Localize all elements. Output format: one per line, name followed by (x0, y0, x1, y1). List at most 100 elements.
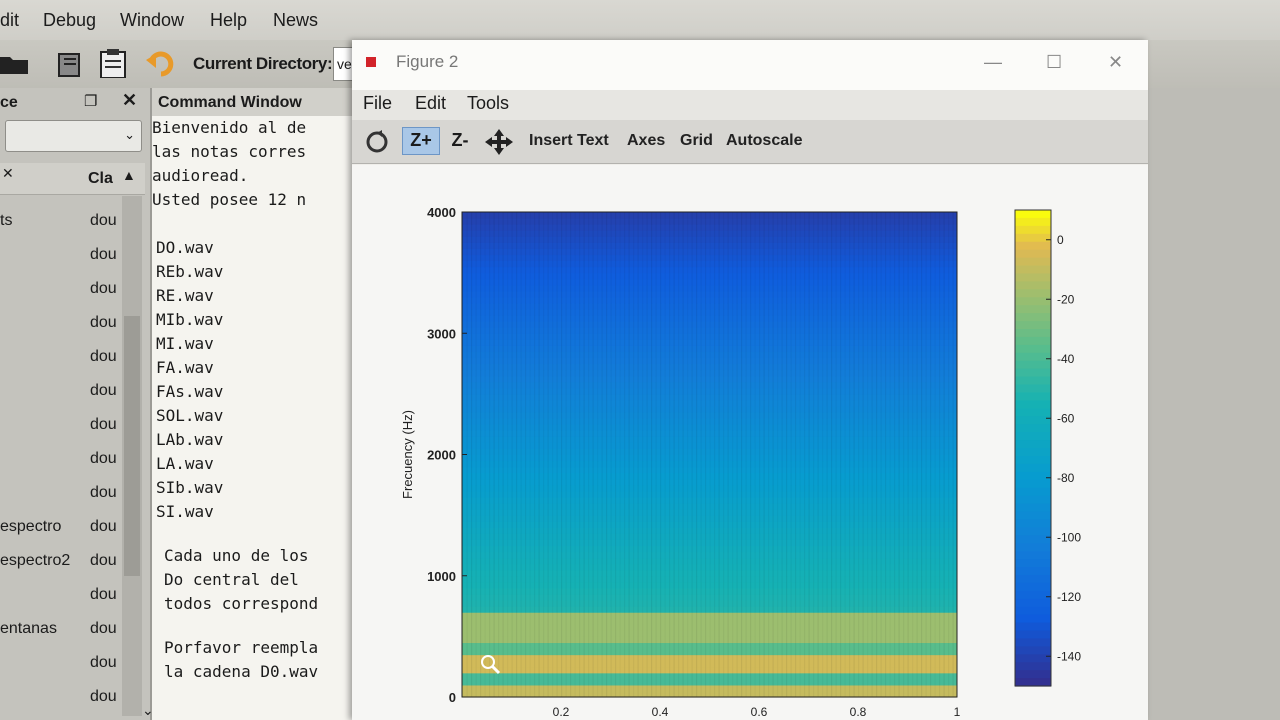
colorbar-segment (1015, 598, 1051, 608)
zoom-in-button[interactable]: Z+ (402, 127, 440, 155)
time-striation (817, 212, 819, 697)
rotate-icon[interactable] (364, 129, 390, 157)
time-striation (790, 212, 792, 697)
time-striation (615, 212, 617, 697)
colorbar-segment (1015, 511, 1051, 520)
time-striation (853, 212, 855, 697)
time-striation (651, 212, 653, 697)
workspace-row[interactable]: espectro2 dou (0, 544, 122, 578)
time-striation (723, 212, 725, 697)
workspace-row[interactable]: dou (0, 238, 122, 272)
command-window[interactable]: Command Window Bienvenido al de las notas… (152, 88, 372, 720)
workspace-row[interactable]: dou (0, 272, 122, 306)
workspace-row[interactable]: dou (0, 374, 122, 408)
variable-class: dou (90, 450, 117, 467)
command-output-line: SIb.wav (156, 478, 224, 497)
colorbar-segment (1015, 606, 1051, 616)
y-axis-label: Frecuency (Hz) (400, 410, 415, 499)
minimize-icon[interactable]: — (984, 52, 1002, 73)
time-striation (898, 212, 900, 697)
y-tick-label: 0 (449, 690, 456, 705)
workspace-row[interactable]: dou (0, 408, 122, 442)
time-striation (736, 212, 738, 697)
undock-icon[interactable]: ❐ (84, 92, 97, 110)
workspace-row[interactable]: dou (0, 476, 122, 510)
workspace-row[interactable]: entanas dou (0, 612, 122, 646)
column-header-class[interactable]: Cla (88, 170, 113, 188)
x-tick-label: 0.6 (751, 705, 768, 719)
grid-button[interactable]: Grid (680, 132, 713, 150)
workspace-row[interactable]: dou (0, 680, 122, 714)
time-striation (660, 212, 662, 697)
time-striation (669, 212, 671, 697)
colorbar-segment (1015, 551, 1051, 560)
workspace-filter-select[interactable]: ⌄ (5, 120, 142, 152)
close-icon[interactable]: ✕ (1108, 52, 1123, 73)
maximize-icon[interactable]: ☐ (1046, 52, 1062, 73)
colorbar-segment (1015, 590, 1051, 600)
time-striation (727, 212, 729, 697)
variable-class: dou (90, 484, 117, 501)
time-striation (935, 212, 936, 697)
colorbar-segment (1015, 479, 1051, 489)
pan-icon[interactable] (484, 128, 514, 156)
time-striation (732, 212, 733, 697)
scrollbar-thumb[interactable] (124, 316, 140, 576)
time-striation (894, 212, 896, 697)
workspace-row[interactable]: dou (0, 578, 122, 612)
time-striation (543, 212, 545, 697)
zoom-out-button[interactable]: Z- (446, 127, 474, 155)
autoscale-button[interactable]: Autoscale (726, 132, 802, 150)
workspace-scrollbar[interactable] (122, 196, 142, 716)
workspace-row[interactable]: dou (0, 442, 122, 476)
x-tick-label: 0.2 (553, 705, 570, 719)
colorbar-segment (1015, 336, 1051, 346)
insert-text-button[interactable]: Insert Text (529, 132, 609, 150)
figure-menubar: File Edit Tools (352, 90, 1148, 120)
colorbar-segment (1015, 400, 1051, 409)
menu-debug[interactable]: Debug (43, 10, 96, 31)
command-output-line: audioread. (152, 166, 249, 185)
time-striation (939, 212, 941, 697)
menu-edit[interactable]: Edit (415, 93, 446, 114)
scroll-up-icon[interactable]: ▲ (122, 167, 136, 183)
menu-window[interactable]: Window (120, 10, 184, 31)
colorbar-segment (1015, 305, 1051, 314)
menu-edit[interactable]: dit (0, 10, 19, 31)
workspace-row[interactable]: espectro dou (0, 510, 122, 544)
plot-area[interactable]: 0 1000 2000 3000 4000 0.2 0.4 0.6 0.8 1 Frecuency … (352, 165, 1148, 720)
menu-news[interactable]: News (273, 10, 318, 31)
x-tick-label: 1 (954, 705, 961, 719)
time-striation (741, 212, 743, 697)
workspace-title: ce (0, 94, 18, 111)
workspace-row[interactable]: ts dou (0, 204, 122, 238)
time-striation (952, 212, 954, 697)
undo-icon[interactable] (145, 48, 175, 78)
paste-icon[interactable] (98, 48, 128, 79)
time-striation (862, 212, 864, 697)
time-striation (885, 212, 887, 697)
colorbar-segment (1015, 630, 1051, 639)
time-striation (916, 212, 918, 697)
workspace-row[interactable]: dou (0, 646, 122, 680)
menu-file[interactable]: File (363, 93, 392, 114)
copy-icon[interactable] (55, 48, 85, 78)
time-striation (673, 212, 675, 697)
variable-class: dou (90, 382, 117, 399)
variable-class: dou (90, 348, 117, 365)
menu-help[interactable]: Help (210, 10, 247, 31)
command-output-line: MIb.wav (156, 310, 224, 329)
workspace-row[interactable]: dou (0, 306, 122, 340)
x-tick-label: 0.8 (850, 705, 867, 719)
spectrogram-chart[interactable]: 0 1000 2000 3000 4000 0.2 0.4 0.6 0.8 1 Frecuency … (352, 165, 1148, 720)
axes-button[interactable]: Axes (627, 132, 665, 150)
menu-tools[interactable]: Tools (467, 93, 509, 114)
close-icon[interactable]: ✕ (122, 90, 137, 111)
open-folder-icon[interactable] (0, 48, 30, 78)
time-striation (498, 212, 500, 697)
colorbar-segment (1015, 257, 1051, 267)
colorbar-tick-label: -40 (1057, 352, 1075, 366)
figure-toolbar: Z+ Z- Insert Text Axes Grid Autoscale (352, 120, 1148, 164)
workspace-row[interactable]: dou (0, 340, 122, 374)
variable-name: ts (0, 212, 13, 229)
